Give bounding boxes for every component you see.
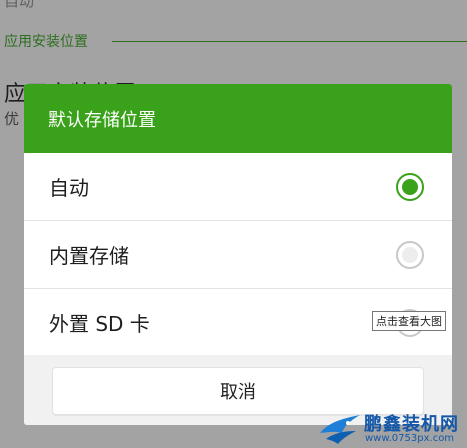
radio-unselected-icon[interactable] [396, 240, 424, 269]
option-label: 内置存储 [49, 244, 129, 268]
cancel-button[interactable]: 取消 [52, 367, 424, 415]
option-label: 自动 [49, 176, 89, 200]
view-image-tooltip: 点击查看大图 [372, 311, 446, 331]
radio-selected-icon[interactable] [396, 172, 424, 201]
section-divider [112, 41, 467, 42]
watermark-url: www.0753px.com [365, 433, 455, 444]
storage-location-dialog: 默认存储位置 自动 内置存储 外置 SD 卡 取消 [24, 84, 452, 425]
background-previous-value: 自动 [4, 0, 35, 10]
option-auto[interactable]: 自动 [24, 153, 452, 221]
option-label: 外置 SD 卡 [49, 312, 150, 336]
setting-subtitle: 优 [4, 110, 20, 128]
site-watermark: 鹏鑫装机网 www.0753px.com [318, 409, 467, 448]
dialog-title: 默认存储位置 [24, 84, 452, 153]
eagle-logo-icon [320, 415, 360, 444]
section-header: 应用安装位置 [4, 34, 88, 50]
option-internal-storage[interactable]: 内置存储 [24, 221, 452, 289]
